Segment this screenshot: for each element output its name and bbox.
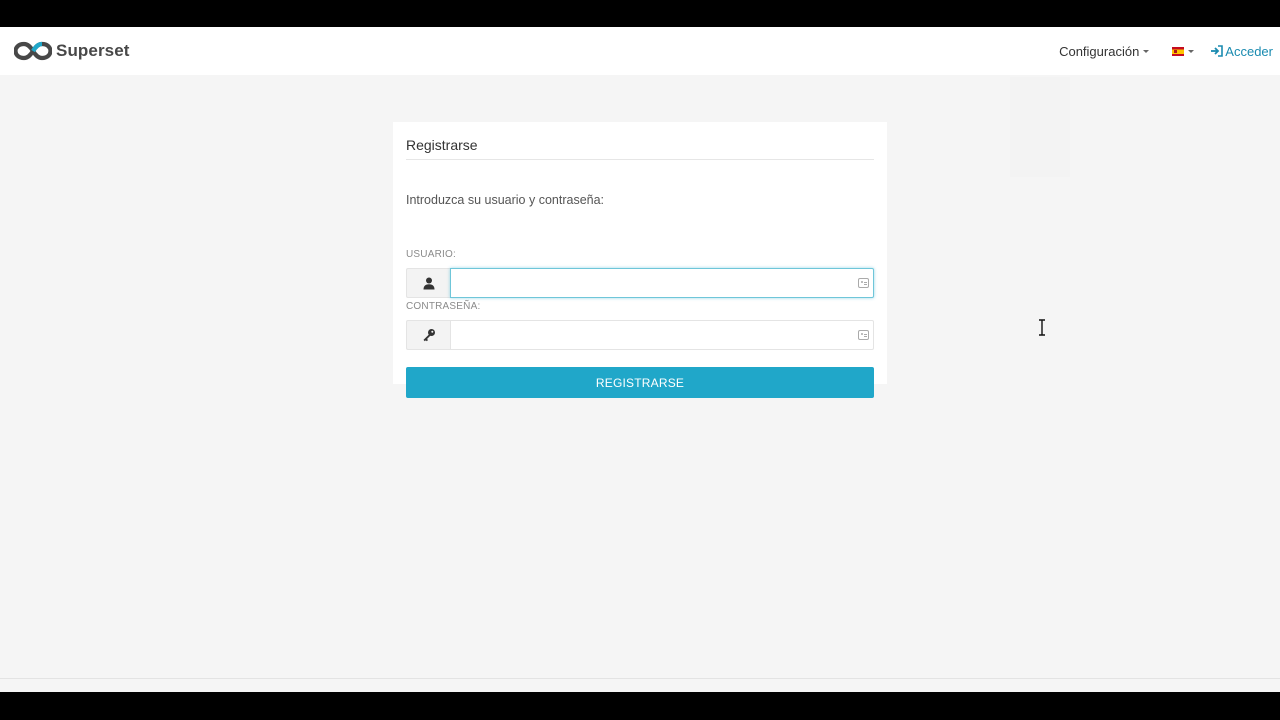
- footer-divider: [0, 678, 1280, 679]
- settings-dropdown[interactable]: Configuración: [1059, 43, 1150, 59]
- background-panel: [1010, 77, 1070, 177]
- autofill-key-icon[interactable]: [858, 330, 869, 340]
- settings-label: Configuración: [1059, 43, 1140, 59]
- username-addon: [406, 268, 450, 298]
- brand-logo-link[interactable]: Superset: [14, 39, 130, 63]
- chevron-down-icon: [1188, 49, 1195, 53]
- app-screen: Superset Configuración Acceder Registrar…: [0, 27, 1280, 692]
- chevron-down-icon: [1143, 49, 1150, 53]
- password-input[interactable]: [451, 321, 873, 349]
- brand-name: Superset: [56, 41, 130, 60]
- login-label: Acceder: [1225, 43, 1273, 59]
- superset-logo-icon: [14, 41, 52, 61]
- password-input-group: [406, 320, 874, 350]
- language-dropdown[interactable]: [1172, 46, 1195, 56]
- username-input[interactable]: [451, 269, 873, 297]
- login-link[interactable]: Acceder: [1210, 44, 1273, 59]
- user-icon: [423, 277, 434, 289]
- login-title: Registrarse: [406, 137, 874, 160]
- es-flag-icon: [1172, 46, 1185, 56]
- autofill-key-icon[interactable]: [858, 278, 869, 288]
- sign-in-icon: [1211, 45, 1224, 57]
- username-input-group: [406, 268, 874, 298]
- password-field-wrapper: [450, 320, 874, 350]
- password-addon: [406, 320, 450, 350]
- navbar-right-menu: Configuración Acceder: [1059, 27, 1273, 75]
- login-card: Registrarse Introduzca su usuario y cont…: [393, 122, 887, 398]
- top-navbar: Superset Configuración Acceder: [0, 27, 1280, 75]
- username-field-wrapper: [450, 268, 874, 298]
- text-cursor-icon: [1039, 319, 1045, 336]
- login-submit-button[interactable]: REGISTRARSE: [406, 367, 874, 398]
- key-icon: [423, 329, 435, 342]
- password-label: CONTRASEÑA:: [406, 301, 481, 312]
- login-instructions: Introduzca su usuario y contraseña:: [406, 193, 605, 207]
- username-label: USUARIO:: [406, 249, 456, 260]
